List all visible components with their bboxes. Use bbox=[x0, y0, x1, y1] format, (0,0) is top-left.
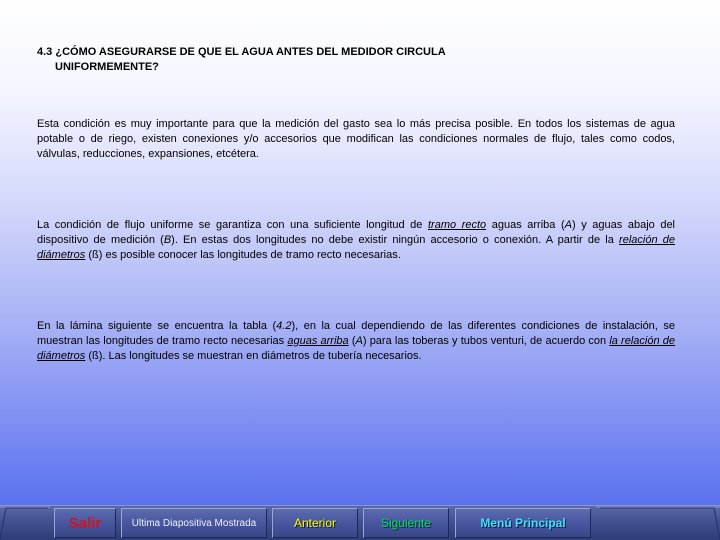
p3-text-3: ( bbox=[348, 335, 356, 347]
slide-title: 4.3 ¿CÓMO ASEGURARSE DE QUE EL AGUA ANTE… bbox=[37, 45, 677, 75]
p2-text-4: ). En estas dos longitudes no debe exist… bbox=[171, 234, 620, 246]
p3-table-number: 4.2 bbox=[276, 320, 292, 332]
link-tramo-recto[interactable]: tramo recto bbox=[428, 219, 486, 231]
p3-text-5: (ß). Las longitudes se muestran en diáme… bbox=[85, 350, 422, 362]
p2-label-a: A bbox=[564, 219, 572, 231]
p3-text-1: En la lámina siguiente se encuentra la t… bbox=[37, 320, 277, 332]
p2-text-1: La condición de flujo uniforme se garant… bbox=[37, 219, 428, 231]
paragraph-intro: Esta condición es muy importante para qu… bbox=[37, 118, 675, 160]
p2-text-2: aguas arriba ( bbox=[486, 219, 565, 231]
slide-title-line2: UNIFORMEMENTE? bbox=[55, 61, 159, 73]
p3-text-4: ) para las toberas y tubos venturi, de a… bbox=[362, 335, 610, 347]
paragraph-uniform-flow: La condición de flujo uniforme se garant… bbox=[37, 218, 675, 263]
last-slide-viewed-button[interactable]: Ultima Diapositiva Mostrada bbox=[121, 508, 267, 538]
main-menu-button[interactable]: Menú Principal bbox=[455, 508, 591, 538]
paragraph-table-reference: En la lámina siguiente se encuentra la t… bbox=[37, 319, 675, 364]
exit-button[interactable]: Salir bbox=[54, 508, 116, 538]
p3-label-a: A bbox=[355, 335, 363, 347]
p2-text-5: (ß) es posible conocer las longitudes de… bbox=[85, 249, 401, 261]
previous-button[interactable]: Anterior bbox=[272, 508, 358, 538]
link-aguas-arriba[interactable]: aguas arriba bbox=[287, 335, 348, 347]
next-button[interactable]: Siguiente bbox=[363, 508, 449, 538]
slide-title-line1: 4.3 ¿CÓMO ASEGURARSE DE QUE EL AGUA ANTE… bbox=[37, 46, 446, 58]
